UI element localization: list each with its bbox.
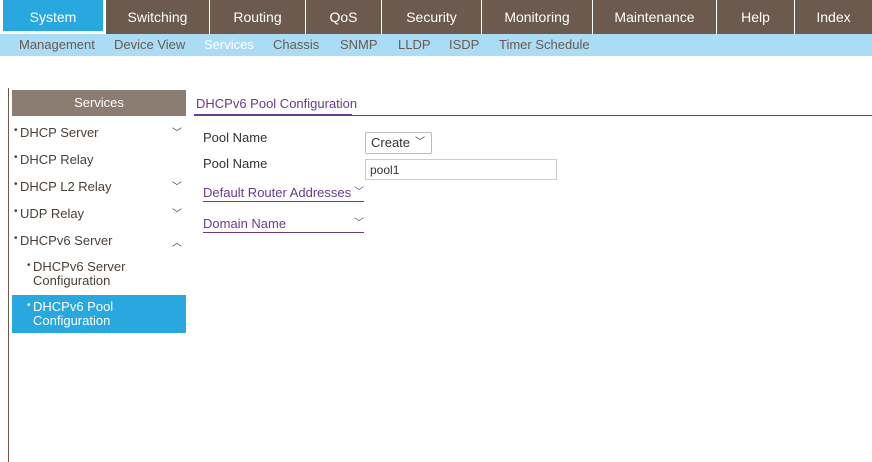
sidebar-item-dhcp-l2-relay[interactable]: • DHCP L2 Relay ﹀ [12, 179, 186, 197]
subnav-isdp[interactable]: ISDP [449, 34, 479, 56]
pool-name-select[interactable]: Create ﹀ [365, 132, 432, 154]
pool-name-select-value: Create [371, 135, 411, 150]
chevron-down-icon: ﹀ [172, 128, 182, 139]
tab-maintenance[interactable]: Maintenance [593, 0, 717, 34]
page-title: DHCPv6 Pool Configuration [196, 96, 358, 111]
frame-divider [8, 88, 9, 462]
pool-name-input[interactable] [365, 159, 557, 180]
title-underline [194, 114, 352, 116]
title-rule [352, 115, 872, 116]
sidebar-item-dhcpv6-pool-configuration[interactable]: • DHCPv6 Pool Configuration [12, 295, 186, 333]
default-router-addresses-toggle[interactable]: Default Router Addresses ﹀ [203, 184, 364, 202]
subnav-management[interactable]: Management [19, 34, 95, 56]
bullet-icon: • [14, 206, 18, 217]
pool-name-input-label: Pool Name [203, 156, 268, 171]
chevron-up-icon: ︿ [172, 238, 182, 249]
bullet-icon: • [14, 125, 18, 136]
sidebar-item-label: DHCP Relay [20, 152, 94, 167]
subnav-snmp[interactable]: SNMP [340, 34, 378, 56]
sidebar: Services • DHCP Server ﹀ • DHCP Relay • … [12, 90, 186, 333]
chevron-down-icon: ﹀ [172, 209, 182, 220]
chevron-down-icon: ﹀ [172, 182, 182, 193]
tab-qos[interactable]: QoS [306, 0, 382, 34]
sub-nav: Management Device View Services Chassis … [0, 34, 872, 56]
domain-name-toggle[interactable]: Domain Name ﹀ [203, 215, 364, 233]
subnav-chassis[interactable]: Chassis [273, 34, 319, 56]
chevron-down-icon: ﹀ [354, 218, 364, 229]
tab-switching[interactable]: Switching [106, 0, 210, 34]
domain-name-label: Domain Name [203, 216, 287, 231]
sidebar-item-dhcp-relay[interactable]: • DHCP Relay [12, 152, 186, 170]
bullet-icon: • [14, 179, 18, 190]
pool-name-label: Pool Name [203, 130, 268, 145]
chevron-down-icon: ﹀ [354, 187, 364, 198]
default-router-addresses-label: Default Router Addresses [203, 185, 352, 200]
top-nav: System Switching Routing QoS Security Mo… [0, 0, 872, 34]
subnav-lldp[interactable]: LLDP [398, 34, 431, 56]
tab-monitoring[interactable]: Monitoring [482, 0, 593, 34]
bullet-icon: • [14, 152, 18, 163]
sidebar-item-dhcpv6-server[interactable]: • DHCPv6 Server ︿ [12, 233, 186, 251]
tab-help[interactable]: Help [717, 0, 795, 34]
tab-index[interactable]: Index [795, 0, 872, 34]
sidebar-item-label: DHCP L2 Relay [20, 179, 112, 194]
subnav-device-view[interactable]: Device View [114, 34, 185, 56]
bullet-icon: • [27, 300, 31, 311]
bullet-icon: • [27, 260, 31, 271]
sidebar-item-label: DHCPv6 Server [20, 233, 113, 248]
tab-security[interactable]: Security [382, 0, 482, 34]
bullet-icon: • [14, 233, 18, 244]
sidebar-header: Services [12, 90, 186, 116]
chevron-down-icon: ﹀ [415, 137, 425, 148]
sidebar-item-label: DHCP Server [20, 125, 99, 140]
tab-system[interactable]: System [0, 0, 106, 34]
sidebar-item-label: UDP Relay [20, 206, 85, 221]
tab-routing[interactable]: Routing [210, 0, 306, 34]
sidebar-item-label: DHCPv6 Pool Configuration [33, 299, 114, 328]
subnav-services[interactable]: Services [204, 34, 254, 56]
sidebar-item-dhcpv6-server-configuration[interactable]: • DHCPv6 Server Configuration [12, 260, 186, 290]
subnav-timer-schedule[interactable]: Timer Schedule [499, 34, 590, 56]
sidebar-item-dhcp-server[interactable]: • DHCP Server ﹀ [12, 125, 186, 143]
sidebar-item-udp-relay[interactable]: • UDP Relay ﹀ [12, 206, 186, 224]
sidebar-item-label: DHCPv6 Server Configuration [33, 259, 126, 288]
